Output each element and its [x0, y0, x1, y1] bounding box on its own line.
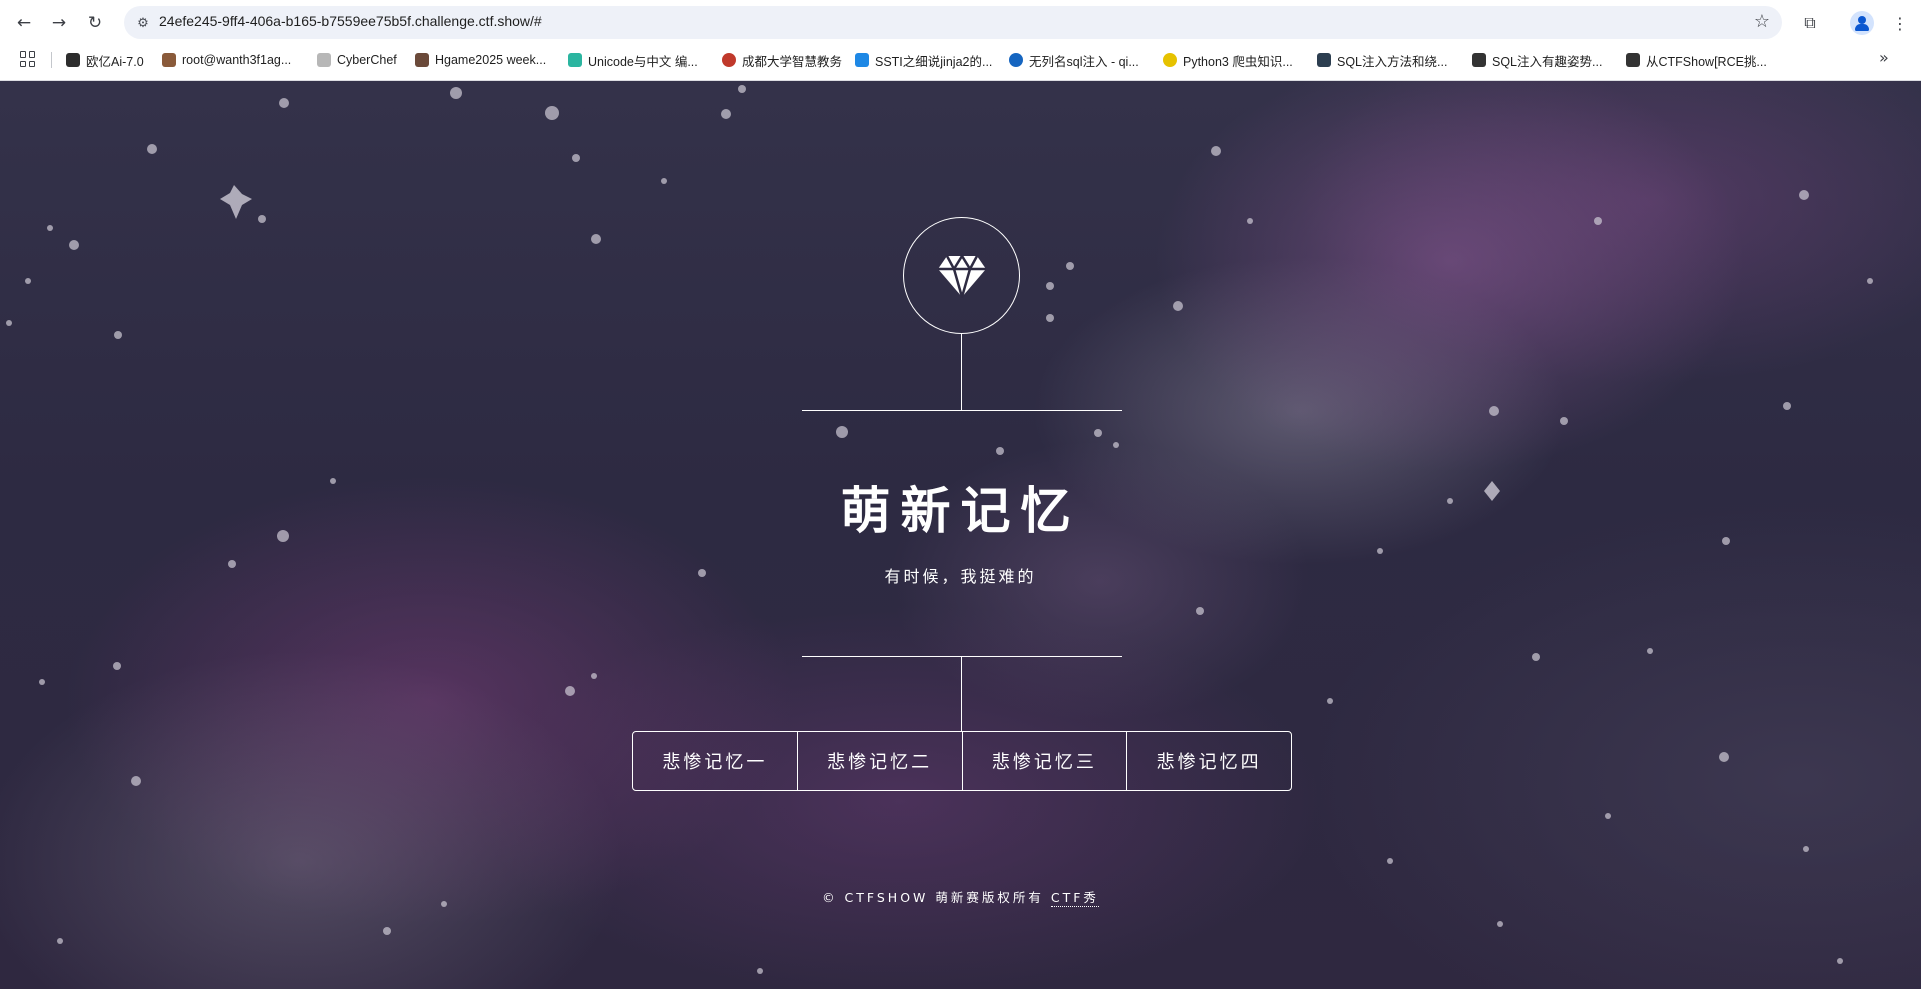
browser-menu-icon[interactable]: ⋮ — [1887, 10, 1913, 36]
bookmark-label: CyberChef — [337, 53, 397, 67]
bookmark-favicon-icon — [415, 53, 429, 67]
footer: © CTFSHOW 萌新赛版权所有 CTF秀 — [0, 887, 1921, 907]
divider-bottom — [802, 656, 1122, 657]
logo-circle — [903, 217, 1020, 334]
forward-button[interactable]: → — [46, 10, 72, 36]
bookmark-item[interactable]: 成都大学智慧教务 — [722, 49, 842, 71]
menu-item-memory-4[interactable]: 悲惨记忆四 — [1127, 732, 1291, 790]
browser-chrome: ← → ↻ ⚙ 24efe245-9ff4-406a-b165-b7559ee7… — [0, 0, 1921, 81]
bookmark-label: 从CTFShow[RCE挑... — [1646, 54, 1767, 69]
bookmark-item[interactable]: Unicode与中文 编... — [568, 49, 698, 71]
site-info-icon[interactable]: ⚙ — [134, 14, 152, 32]
bookmark-item[interactable]: Python3 爬虫知识... — [1163, 49, 1293, 71]
site-subtitle: 有时候，我挺难的 — [884, 567, 1037, 586]
bookmark-favicon-icon — [162, 53, 176, 67]
bookmark-favicon-icon — [1626, 53, 1640, 67]
bookmark-item[interactable]: CyberChef — [317, 49, 397, 71]
bookmark-label: SSTI之细说jinja2的... — [875, 54, 993, 69]
bookmark-favicon-icon — [1472, 53, 1486, 67]
bookmark-item[interactable]: SQL注入有趣姿势... — [1472, 49, 1602, 71]
diamond-icon — [937, 253, 986, 298]
bookmark-favicon-icon — [568, 53, 582, 67]
menu-item-memory-3[interactable]: 悲惨记忆三 — [963, 732, 1128, 790]
bookmark-favicon-icon — [66, 53, 80, 67]
bookmarks-bar: 欧亿Ai-7.0 root@wanth3f1ag... CyberChef Hg… — [0, 46, 1921, 74]
bookmark-favicon-icon — [855, 53, 869, 67]
bookmark-item[interactable]: root@wanth3f1ag... — [162, 49, 291, 71]
reload-button[interactable]: ↻ — [82, 10, 108, 36]
bookmark-item[interactable]: 无列名sql注入 - qi... — [1009, 49, 1139, 71]
bookmark-item[interactable]: 从CTFShow[RCE挑... — [1626, 49, 1767, 71]
bookmark-item[interactable]: SSTI之细说jinja2的... — [855, 49, 992, 71]
menu-item-memory-1[interactable]: 悲惨记忆一 — [633, 732, 798, 790]
page-background: 萌新记忆 有时候，我挺难的 悲惨记忆一 悲惨记忆二 悲惨记忆三 悲惨记忆四 © … — [0, 81, 1921, 989]
bookmark-label: 成都大学智慧教务 — [742, 54, 843, 69]
profile-avatar[interactable] — [1850, 11, 1874, 35]
address-bar[interactable]: ⚙ 24efe245-9ff4-406a-b165-b7559ee75b5f.c… — [124, 6, 1782, 39]
footer-copyright: © CTFSHOW 萌新赛版权所有 — [822, 890, 1044, 905]
bookmark-label: 欧亿Ai-7.0 — [86, 54, 144, 69]
nav-menu: 悲惨记忆一 悲惨记忆二 悲惨记忆三 悲惨记忆四 — [632, 731, 1292, 791]
bookmark-label: Unicode与中文 编... — [588, 54, 698, 69]
browser-toolbar: ← → ↻ ⚙ 24efe245-9ff4-406a-b165-b7559ee7… — [0, 0, 1921, 45]
divider-top — [802, 410, 1122, 411]
bookmark-item[interactable]: Hgame2025 week... — [415, 49, 546, 71]
bookmark-label: SQL注入方法和绕... — [1337, 54, 1448, 69]
bookmark-item[interactable]: SQL注入方法和绕... — [1317, 49, 1447, 71]
bookmark-label: SQL注入有趣姿势... — [1492, 54, 1603, 69]
bookmark-favicon-icon — [722, 53, 736, 67]
bookmark-label: Python3 爬虫知识... — [1183, 54, 1293, 69]
bookmark-favicon-icon — [1317, 53, 1331, 67]
bookmark-item[interactable]: 欧亿Ai-7.0 — [66, 49, 144, 71]
back-button[interactable]: ← — [11, 10, 37, 36]
bookmark-favicon-icon — [1009, 53, 1023, 67]
bookmark-label: Hgame2025 week... — [435, 53, 547, 67]
url-text[interactable]: 24efe245-9ff4-406a-b165-b7559ee75b5f.cha… — [159, 13, 542, 29]
bookmark-star-icon[interactable]: ☆ — [1754, 11, 1770, 32]
site-title: 萌新记忆 — [840, 482, 1081, 540]
extensions-icon[interactable]: ⧉ — [1797, 10, 1823, 36]
connector-line-bottom — [961, 656, 962, 732]
bookmarks-overflow-icon[interactable]: » — [1879, 48, 1889, 67]
bookmark-favicon-icon — [1163, 53, 1177, 67]
bookmark-label: 无列名sql注入 - qi... — [1029, 54, 1139, 69]
footer-link[interactable]: CTF秀 — [1050, 890, 1099, 907]
bookmark-label: root@wanth3f1ag... — [182, 53, 292, 67]
hero-section: 萌新记忆 有时候，我挺难的 悲惨记忆一 悲惨记忆二 悲惨记忆三 悲惨记忆四 © … — [0, 81, 1921, 989]
bookmark-favicon-icon — [317, 53, 331, 67]
menu-item-memory-2[interactable]: 悲惨记忆二 — [798, 732, 963, 790]
connector-line-top — [961, 334, 962, 411]
